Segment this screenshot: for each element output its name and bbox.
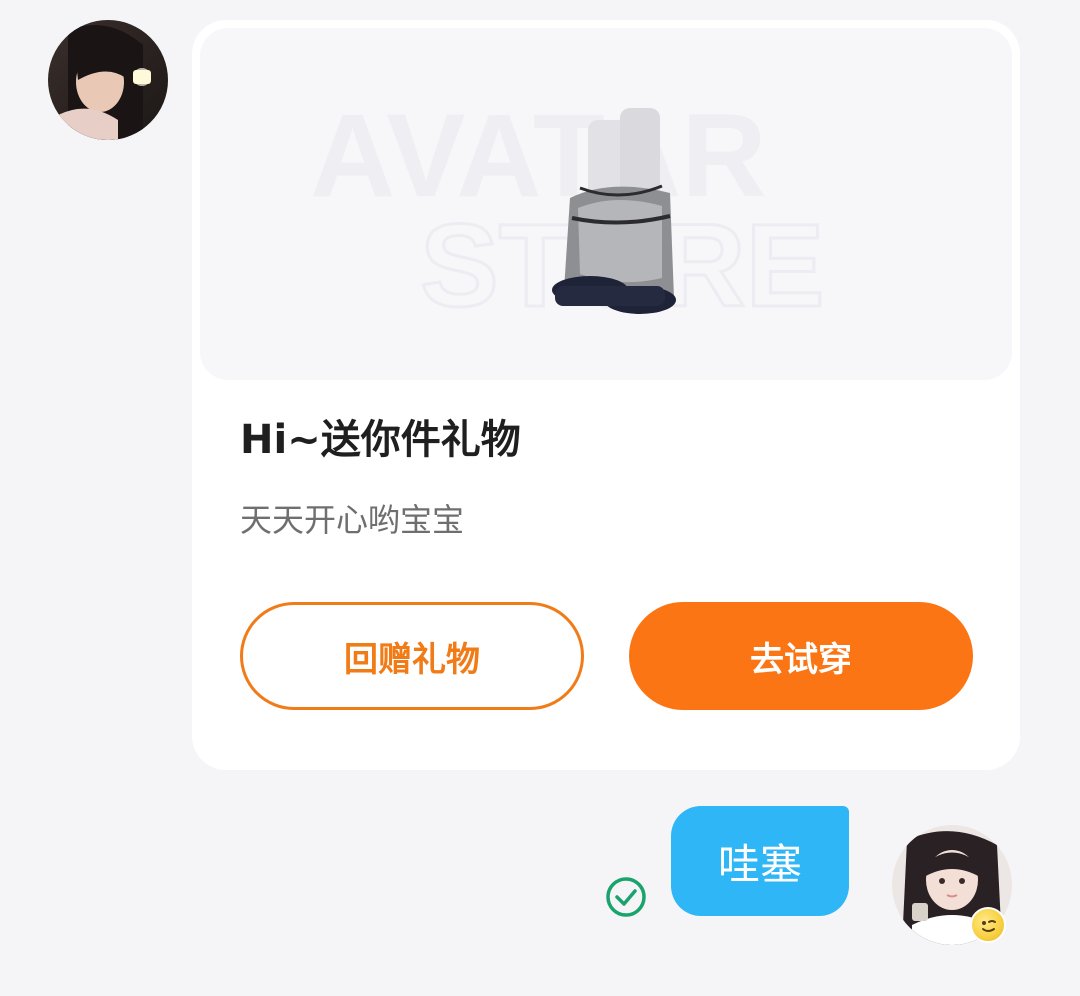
read-status — [604, 875, 648, 919]
sender-avatar[interactable] — [48, 20, 168, 140]
sent-message-text: 哇塞 — [717, 839, 802, 889]
gift-card: AVATAR STORE Hi~送你件礼物 天天开心哟宝宝 回赠礼物 去试穿 — [192, 20, 1020, 770]
avatar-store-banner: AVATAR STORE — [310, 90, 826, 334]
gift-card-message: 天天开心哟宝宝 — [240, 501, 465, 539]
sent-message-bubble[interactable]: 哇塞 — [671, 806, 849, 916]
check-circle-icon — [606, 877, 646, 917]
gift-card-title: Hi~送你件礼物 — [240, 417, 521, 463]
emoji-sticker-icon — [982, 920, 996, 932]
gift-banner[interactable]: AVATAR STORE — [200, 28, 1012, 380]
avatar-sticker-badge — [970, 907, 1006, 943]
try-on-button[interactable]: 去试穿 — [629, 602, 973, 710]
avatar-photo — [48, 20, 168, 140]
try-on-label: 去试穿 — [750, 639, 852, 680]
return-gift-button[interactable]: 回赠礼物 — [240, 602, 584, 710]
return-gift-label: 回赠礼物 — [344, 639, 480, 680]
